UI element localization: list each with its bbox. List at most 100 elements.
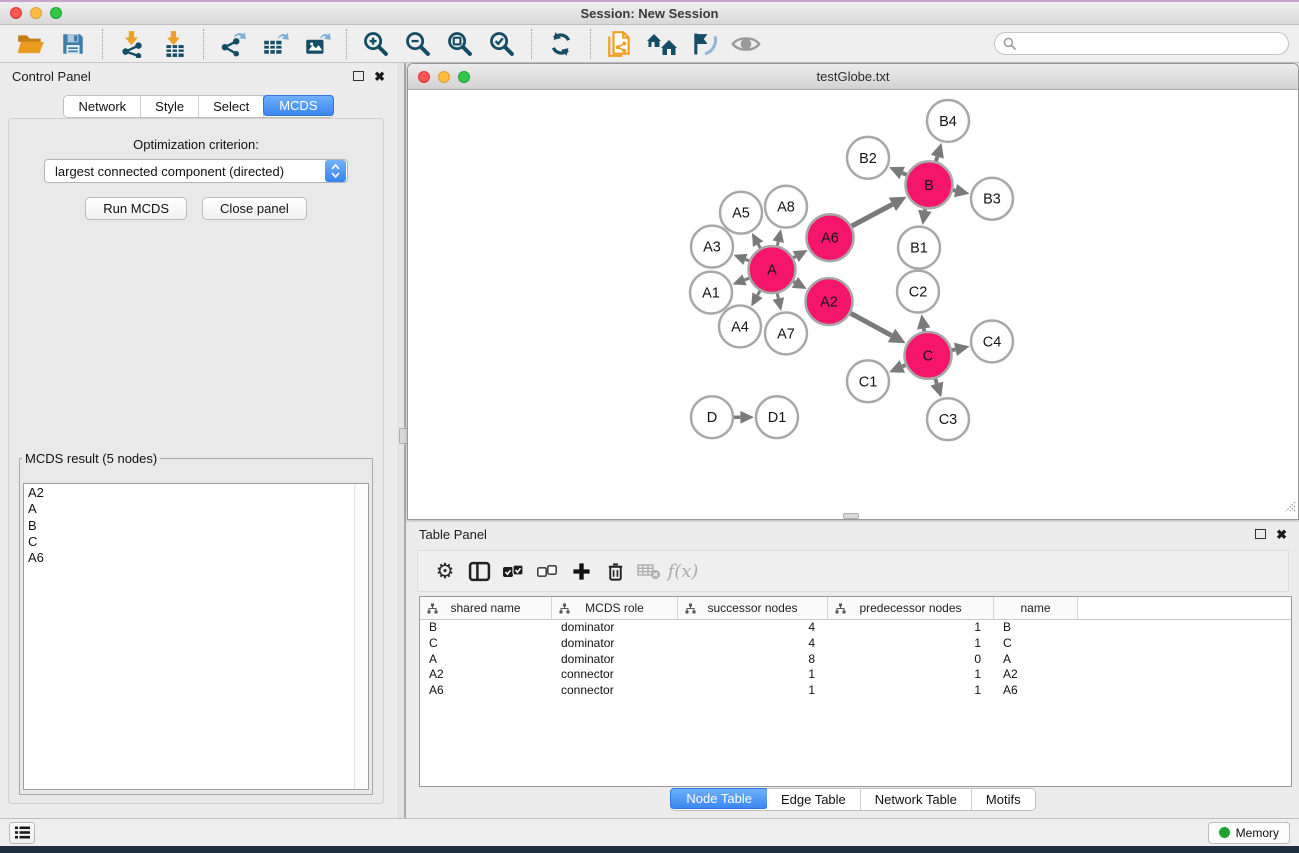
graph-edge-B-B4[interactable] xyxy=(936,157,937,162)
graph-edge-arrowhead xyxy=(733,274,747,285)
graph-edge-C-C4[interactable] xyxy=(952,349,956,350)
close-table-panel-icon[interactable]: ✖ xyxy=(1276,528,1287,541)
tab-network[interactable]: Network xyxy=(64,96,141,117)
cell-mcds-role: dominator xyxy=(552,636,678,652)
close-panel-icon[interactable]: ✖ xyxy=(374,70,385,83)
graph-edge-arrowhead xyxy=(773,297,785,311)
column-header-shared-name[interactable]: shared name xyxy=(420,597,552,619)
run-mcds-button[interactable]: Run MCDS xyxy=(85,197,187,220)
main-toolbar xyxy=(0,25,1299,63)
table-panel-tabs: Node TableEdge TableNetwork TableMotifs xyxy=(670,788,1035,811)
graph-node-label: C4 xyxy=(983,334,1002,350)
show-columns-icon[interactable] xyxy=(462,554,496,588)
deselect-all-icon[interactable] xyxy=(530,554,564,588)
graph-edge-A6-B[interactable] xyxy=(852,204,893,226)
graph-edge-A-A2[interactable] xyxy=(793,282,795,283)
column-header-successor-nodes[interactable]: successor nodes xyxy=(678,597,828,619)
refresh-icon[interactable] xyxy=(545,29,577,59)
graph-edge-A-A5[interactable] xyxy=(758,244,760,248)
tab-network-table[interactable]: Network Table xyxy=(861,789,972,810)
graph-edge-A-A8[interactable] xyxy=(777,242,778,246)
graph-node-label: D xyxy=(707,410,717,426)
window-resize-grip[interactable] xyxy=(1282,498,1296,517)
import-table-icon[interactable] xyxy=(158,29,190,59)
network-window-titlebar[interactable]: testGlobe.txt xyxy=(408,64,1298,90)
column-header-name[interactable]: name xyxy=(994,597,1078,619)
show-graphics-details-eye-icon[interactable] xyxy=(730,29,762,59)
tab-mcds[interactable]: MCDS xyxy=(263,95,333,116)
float-panel-icon[interactable] xyxy=(353,71,364,81)
table-row[interactable]: Cdominator41C xyxy=(420,636,1291,652)
mcds-result-group: MCDS result (5 nodes) A2ABCA6 xyxy=(19,451,373,795)
mcds-result-item[interactable]: C xyxy=(24,534,353,550)
search-input[interactable] xyxy=(1021,37,1280,51)
delete-column-trash-icon[interactable] xyxy=(598,554,632,588)
mcds-result-item[interactable]: B xyxy=(24,518,353,534)
result-scrollbar[interactable] xyxy=(354,484,368,789)
toolbar-separator xyxy=(346,29,347,59)
table-row[interactable]: Bdominator41B xyxy=(420,620,1291,636)
graph-edge-C-C3[interactable] xyxy=(935,379,937,384)
cell-shared-name: B xyxy=(420,620,552,636)
table-split-grip[interactable] xyxy=(843,513,859,519)
close-panel-button[interactable]: Close panel xyxy=(202,197,307,220)
zoom-fit-icon[interactable] xyxy=(444,29,476,59)
graph-edge-A-A1[interactable] xyxy=(744,278,749,280)
column-header-mcds-role[interactable]: MCDS role xyxy=(552,597,678,619)
tab-edge-table[interactable]: Edge Table xyxy=(767,789,861,810)
hide-graphics-details-icon[interactable] xyxy=(688,29,720,59)
mcds-result-item[interactable]: A2 xyxy=(24,485,353,501)
graph-edge-A-A6[interactable] xyxy=(793,257,795,258)
graph-node-label: B3 xyxy=(983,192,1001,208)
graph-node-label: A4 xyxy=(731,319,749,335)
cell-mcds-role: dominator xyxy=(552,652,678,668)
cell-predecessor-nodes: 1 xyxy=(828,636,994,652)
zoom-in-icon[interactable] xyxy=(360,29,392,59)
tab-motifs[interactable]: Motifs xyxy=(972,789,1035,810)
graph-edge-A-A7[interactable] xyxy=(777,293,778,298)
tab-select[interactable]: Select xyxy=(199,96,264,117)
save-session-icon[interactable] xyxy=(57,29,89,59)
export-network-icon[interactable] xyxy=(217,29,249,59)
new-network-from-selection-icon[interactable] xyxy=(604,29,636,59)
zoom-out-icon[interactable] xyxy=(402,29,434,59)
table-row[interactable]: A2connector11A2 xyxy=(420,667,1291,683)
graph-edge-C-C1[interactable] xyxy=(902,365,905,366)
tab-style[interactable]: Style xyxy=(141,96,199,117)
select-all-icon[interactable] xyxy=(496,554,530,588)
search-box[interactable] xyxy=(994,32,1289,55)
home-icon[interactable] xyxy=(646,29,678,59)
graph-edge-B-B3[interactable] xyxy=(953,190,956,191)
cell-name: A2 xyxy=(994,667,1078,683)
app-window: Session: New Session xyxy=(0,0,1299,853)
apply-function-icon[interactable]: f(x) xyxy=(666,554,700,588)
table-options-gear-icon[interactable]: ⚙ xyxy=(428,554,462,588)
graph-edge-A2-C[interactable] xyxy=(851,313,892,335)
delete-table-icon[interactable] xyxy=(632,554,666,588)
graph-node-label: A6 xyxy=(821,231,839,247)
add-column-icon[interactable] xyxy=(564,554,598,588)
graph-edge-A-A4[interactable] xyxy=(758,291,760,295)
column-header-predecessor-nodes[interactable]: predecessor nodes xyxy=(828,597,994,619)
open-session-icon[interactable] xyxy=(15,29,47,59)
graph-edge-A-A3[interactable] xyxy=(745,259,749,260)
tab-node-table[interactable]: Node Table xyxy=(670,788,768,809)
memory-button[interactable]: Memory xyxy=(1208,822,1290,844)
graph-edge-B-B2[interactable] xyxy=(902,173,906,175)
task-history-button[interactable] xyxy=(9,822,35,844)
table-row[interactable]: Adominator80A xyxy=(420,652,1291,668)
export-image-icon[interactable] xyxy=(301,29,333,59)
cell-shared-name: A xyxy=(420,652,552,668)
mcds-result-item[interactable]: A6 xyxy=(24,550,353,566)
export-table-icon[interactable] xyxy=(259,29,291,59)
mcds-result-list[interactable]: A2ABCA6 xyxy=(23,483,369,790)
toolbar-separator xyxy=(203,29,204,59)
network-canvas[interactable]: AA1A2A3A4A5A6A7A8BB1B2B3B4CC1C2C3C4DD1 xyxy=(408,90,1298,519)
optimization-criterion-select[interactable]: largest connected component (directed) xyxy=(44,159,348,183)
mcds-tab-content: Optimization criterion: largest connecte… xyxy=(8,118,384,804)
import-network-icon[interactable] xyxy=(116,29,148,59)
mcds-result-item[interactable]: A xyxy=(24,501,353,517)
table-row[interactable]: A6connector11A6 xyxy=(420,683,1291,699)
float-table-panel-icon[interactable] xyxy=(1255,529,1266,539)
zoom-selected-icon[interactable] xyxy=(486,29,518,59)
